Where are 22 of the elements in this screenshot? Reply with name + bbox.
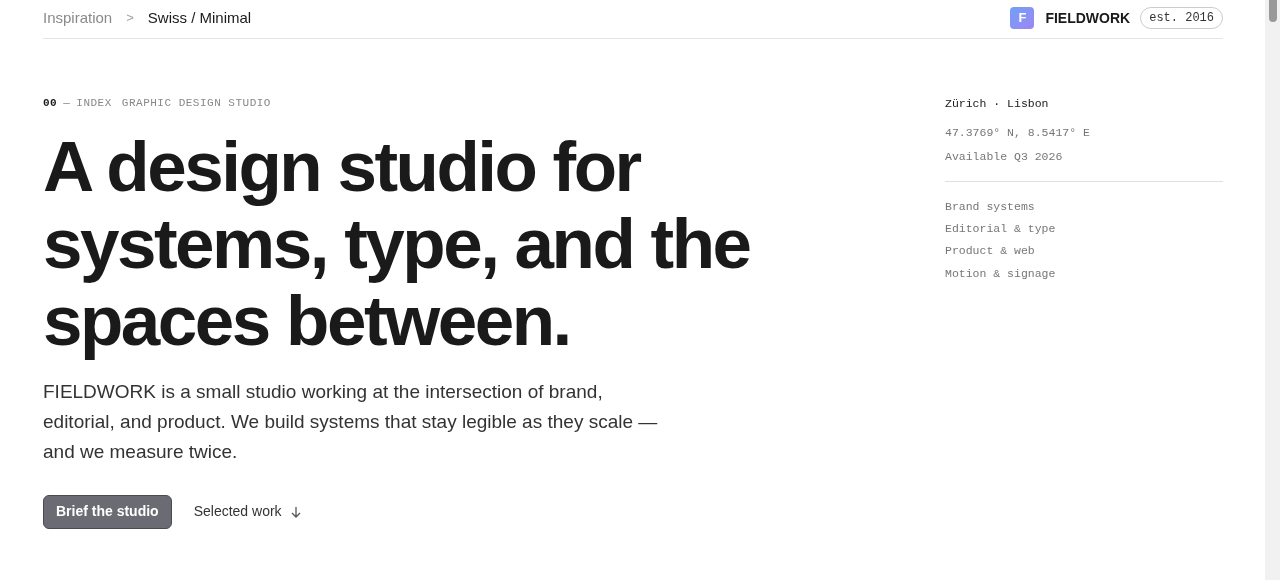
breadcrumb-link[interactable]: Inspiration: [43, 6, 113, 30]
breadcrumb-current: Swiss / Minimal: [147, 7, 252, 28]
scrollbar-thumb[interactable]: [1268, 0, 1277, 22]
availability-text: Available Q3 2026: [945, 148, 1064, 165]
section-number: 00: [43, 96, 58, 111]
service-item: Editorial & type: [945, 221, 1057, 237]
cities-text: Zürich · Lisbon: [945, 96, 1050, 112]
brief-button[interactable]: Brief the studio: [43, 494, 172, 529]
service-item: Motion & signage: [945, 265, 1057, 282]
section-label: INDEX: [76, 96, 112, 111]
coordinates-text: 47.3769° N, 8.5417° E: [945, 125, 1091, 142]
section-dash: —: [63, 96, 71, 111]
arrow-down-icon: [289, 505, 302, 518]
selected-work-link[interactable]: Selected work: [193, 501, 302, 522]
brand-name: FIELDWORK: [1045, 8, 1131, 28]
intro-paragraph: FIELDWORK is a small studio working at the intersection of brand, editorial, and product. We build systems that stay legible as they scale — and we measure twice.: [43, 379, 659, 464]
headline: A design studio for systems, type, and the spaces between.: [43, 127, 751, 359]
breadcrumb-separator: >: [126, 9, 134, 28]
service-item: Product & web: [945, 243, 1036, 260]
service-item: Brand systems: [945, 198, 1036, 215]
brand-logo: F: [1010, 7, 1035, 29]
section-tagline: GRAPHIC DESIGN STUDIO: [121, 96, 271, 111]
